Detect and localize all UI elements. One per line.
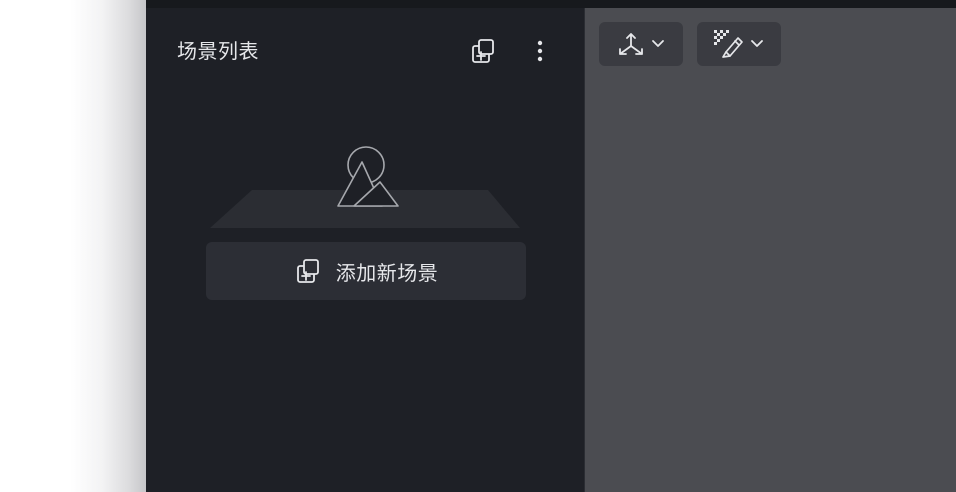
add-scene-icon	[296, 259, 319, 283]
chevron-down-icon	[652, 40, 664, 47]
add-new-scene-button[interactable]: 添加新场景	[206, 242, 526, 300]
add-scene-icon	[472, 39, 494, 63]
empty-scene-illustration	[210, 146, 520, 228]
checkered-brush-icon	[714, 30, 743, 58]
add-new-scene-label: 添加新场景	[335, 260, 439, 285]
top-bar	[146, 0, 956, 8]
chevron-down-icon	[751, 40, 763, 47]
scene-canvas[interactable]	[585, 8, 956, 492]
backdrop-shadow	[0, 0, 146, 492]
more-options-button[interactable]	[523, 34, 557, 68]
scene-list-panel: 场景列表 添加新场景	[146, 8, 584, 492]
app-window: 场景列表 添加新场景	[0, 0, 956, 492]
transform-axes-icon	[619, 33, 643, 55]
more-vertical-icon	[537, 40, 543, 62]
add-scene-icon-button[interactable]	[466, 34, 500, 68]
panel-title: 场景列表	[177, 39, 259, 63]
brush-tool-button[interactable]	[697, 22, 781, 66]
transform-tool-button[interactable]	[599, 22, 683, 66]
